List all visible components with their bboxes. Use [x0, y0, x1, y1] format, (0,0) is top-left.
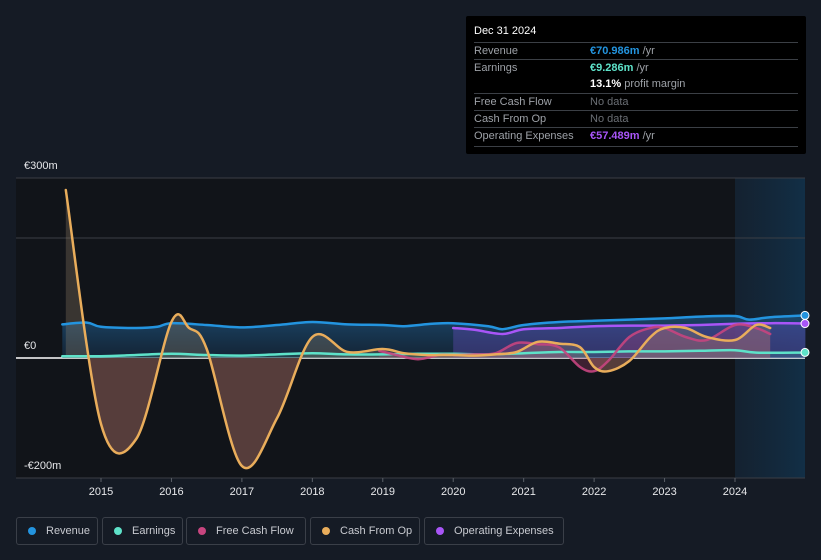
- legend-dot-icon: [436, 527, 444, 535]
- legend-label: Free Cash Flow: [216, 525, 294, 537]
- x-tick-label: 2020: [441, 486, 465, 498]
- x-tick-label: 2024: [723, 486, 747, 498]
- tooltip-row-label: Revenue: [474, 45, 519, 57]
- x-tick-label: 2017: [230, 486, 254, 498]
- legend-label: Revenue: [46, 525, 91, 537]
- legend-dot-icon: [114, 527, 122, 535]
- y-label-0: €0: [24, 340, 37, 352]
- tooltip-row-value: €57.489m /yr: [590, 130, 655, 142]
- tooltip-row-label: Cash From Op: [474, 113, 547, 125]
- legend-label: Earnings: [132, 525, 176, 537]
- tooltip-row-label: Free Cash Flow: [474, 96, 552, 108]
- legend-item-revenue[interactable]: Revenue: [16, 517, 98, 545]
- x-tick-label: 2018: [300, 486, 324, 498]
- tooltip-row-label: Earnings: [474, 62, 518, 74]
- tooltip-date: Dec 31 2024: [474, 25, 537, 37]
- tooltip-row: Free Cash Flow No data: [474, 93, 798, 111]
- tooltip-row-value: No data: [590, 113, 629, 125]
- operating-expenses-end-marker: [800, 319, 810, 329]
- x-tick-label: 2021: [511, 486, 535, 498]
- revenue-end-marker: [800, 310, 810, 320]
- x-tick-label: 2015: [89, 486, 113, 498]
- tooltip-row: Operating Expenses €57.489m /yr: [474, 127, 798, 145]
- x-tick-label: 2016: [159, 486, 183, 498]
- legend-item-cash-from-op[interactable]: Cash From Op: [310, 517, 420, 545]
- tooltip-row-value: No data: [590, 96, 629, 108]
- x-tick-label: 2019: [371, 486, 395, 498]
- tooltip-panel: Dec 31 2024 Revenue €70.986m /yr Earnings €…: [466, 16, 806, 154]
- tooltip-divider: [474, 146, 798, 147]
- tooltip-row: 13.1% profit margin: [474, 76, 798, 93]
- tooltip-row: Revenue €70.986m /yr: [474, 42, 798, 60]
- legend-item-free-cash-flow[interactable]: Free Cash Flow: [186, 517, 306, 545]
- legend-item-operating-expenses[interactable]: Operating Expenses: [424, 517, 564, 545]
- earnings-end-marker: [800, 347, 810, 357]
- x-tick-label: 2022: [582, 486, 606, 498]
- tooltip-row: Earnings €9.286m /yr: [474, 59, 798, 77]
- legend-item-earnings[interactable]: Earnings: [102, 517, 183, 545]
- legend-dot-icon: [28, 527, 36, 535]
- tooltip-row: Cash From Op No data: [474, 110, 798, 128]
- tooltip-row-value: €70.986m /yr: [590, 45, 655, 57]
- legend-dot-icon: [198, 527, 206, 535]
- tooltip-row-label: Operating Expenses: [474, 130, 574, 142]
- legend-label: Operating Expenses: [454, 525, 554, 537]
- x-tick-label: 2023: [652, 486, 676, 498]
- y-label-neg200: -€200m: [24, 460, 62, 472]
- legend-label: Cash From Op: [340, 525, 413, 537]
- legend-dot-icon: [322, 527, 330, 535]
- tooltip-row-value: €9.286m /yr: [590, 62, 649, 74]
- tooltip-row-value: 13.1% profit margin: [590, 78, 686, 90]
- y-label-300: €300m: [24, 160, 58, 172]
